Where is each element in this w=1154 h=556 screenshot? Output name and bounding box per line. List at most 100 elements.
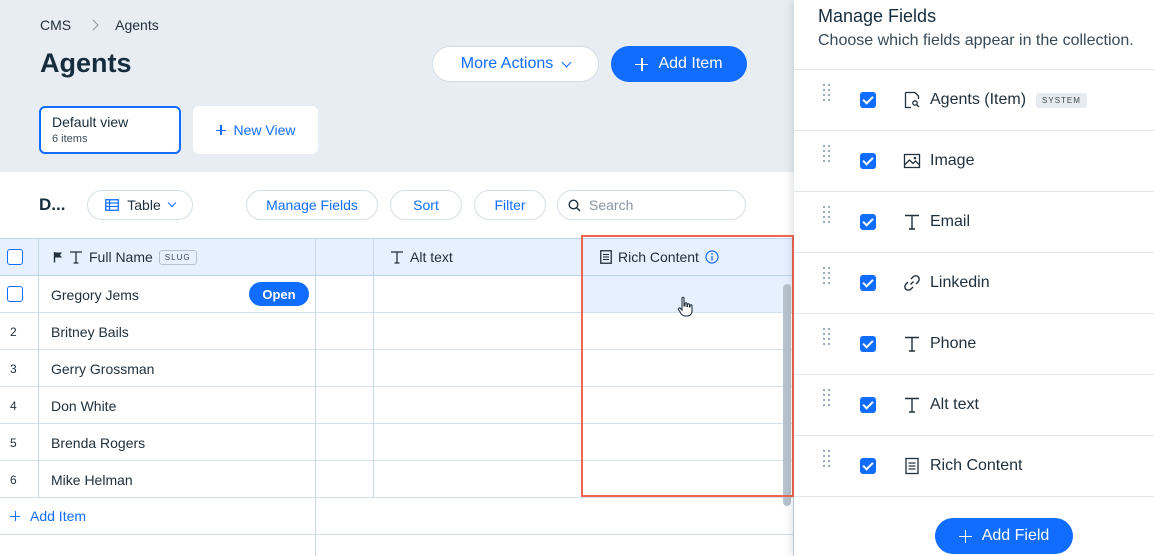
field-label: Alt text <box>930 396 979 413</box>
row-checkbox[interactable] <box>7 286 23 302</box>
field-name: Agents (Item) <box>930 91 1027 108</box>
table-row-name[interactable]: Gregory Jems <box>51 287 139 303</box>
flag-icon <box>53 252 62 263</box>
image-icon <box>903 153 921 169</box>
manage-fields-button[interactable]: Manage Fields <box>246 190 378 220</box>
search-box <box>557 190 746 220</box>
chevron-down-icon <box>167 198 176 208</box>
column-header-full-name[interactable]: Full Name SLUG <box>53 249 197 265</box>
panel-header: Manage Fields Choose which fields appear… <box>794 0 1154 70</box>
chevron-down-icon <box>561 57 572 67</box>
plus-icon <box>215 125 226 135</box>
new-view-button[interactable]: New View <box>193 106 318 154</box>
table-row-name[interactable]: Mike Helman <box>51 472 133 488</box>
field-label: Phone <box>930 335 977 352</box>
table-row-name[interactable]: Brenda Rogers <box>51 435 145 451</box>
add-item-row-button[interactable]: Add Item <box>10 508 86 524</box>
add-item-row-label: Add Item <box>30 508 87 524</box>
breadcrumb-current: Agents <box>115 17 159 33</box>
drag-handle-icon[interactable] <box>823 389 831 411</box>
field-row-image[interactable]: Image <box>794 131 1154 192</box>
drag-handle-icon[interactable] <box>823 328 831 350</box>
slug-badge: SLUG <box>158 249 197 265</box>
field-label: Agents (Item) SYSTEM <box>930 91 1087 109</box>
more-actions-label: More Actions <box>460 55 554 72</box>
row-number: 5 <box>10 436 17 450</box>
hand-cursor-icon <box>677 296 693 317</box>
table-row-name[interactable]: Gerry Grossman <box>51 361 154 377</box>
text-icon <box>905 214 919 230</box>
panel-subtitle: Choose which fields appear in the collec… <box>818 32 1134 49</box>
field-label: Email <box>930 213 971 230</box>
document-icon <box>905 457 919 475</box>
drag-handle-icon[interactable] <box>823 450 831 472</box>
select-all-checkbox[interactable] <box>7 249 23 265</box>
drag-handle-icon[interactable] <box>823 267 831 289</box>
row-number: 4 <box>10 399 17 413</box>
table-row-name[interactable]: Don White <box>51 398 116 414</box>
field-row-email[interactable]: Email <box>794 192 1154 253</box>
table-toolbar: D... Table Manage Fields Sort Filter <box>0 172 794 238</box>
column-header-alt-text[interactable]: Alt text <box>390 249 453 265</box>
open-item-button[interactable]: Open <box>249 282 309 306</box>
field-row-rich-content[interactable]: Rich Content <box>794 436 1154 497</box>
field-checkbox[interactable] <box>860 275 876 291</box>
row-number: 3 <box>10 362 17 376</box>
highlight-annotation <box>581 235 794 497</box>
view-type-label: Table <box>127 197 161 213</box>
grid-line <box>0 497 794 498</box>
field-row-phone[interactable]: Phone <box>794 314 1154 375</box>
drag-handle-icon[interactable] <box>823 145 831 167</box>
default-view-count: 6 items <box>52 133 88 145</box>
field-label: Image <box>930 152 975 169</box>
chevron-right-icon <box>87 19 99 31</box>
plus-icon <box>958 529 972 543</box>
field-checkbox[interactable] <box>860 153 876 169</box>
more-actions-button[interactable]: More Actions <box>432 46 599 82</box>
table-icon <box>105 199 120 211</box>
search-input[interactable] <box>589 197 739 213</box>
plus-icon <box>635 57 649 71</box>
item-icon <box>904 91 920 109</box>
field-row-agents-item[interactable]: Agents (Item) SYSTEM <box>794 70 1154 131</box>
plus-icon <box>10 511 20 521</box>
grid-line <box>373 238 374 498</box>
field-checkbox[interactable] <box>860 214 876 230</box>
drag-handle-icon[interactable] <box>823 206 831 228</box>
add-field-label: Add Field <box>981 527 1050 544</box>
grid-line <box>0 534 794 535</box>
column-label: Full Name <box>89 249 153 265</box>
row-number: 6 <box>10 473 17 487</box>
sort-button[interactable]: Sort <box>390 190 462 220</box>
text-icon <box>70 251 82 264</box>
breadcrumb-cms[interactable]: CMS <box>40 17 71 33</box>
manage-fields-panel: Manage Fields Choose which fields appear… <box>794 0 1154 556</box>
column-label: Alt text <box>410 249 453 265</box>
field-checkbox[interactable] <box>860 397 876 413</box>
field-label: Linkedin <box>930 274 990 291</box>
page-title: Agents <box>40 48 132 78</box>
default-view-tab[interactable]: Default view 6 items <box>39 106 181 154</box>
view-type-dropdown[interactable]: Table <box>87 190 193 220</box>
breadcrumb: CMS Agents <box>40 17 159 33</box>
filter-button[interactable]: Filter <box>474 190 546 220</box>
grid-line <box>38 238 39 498</box>
collection-title: D... <box>39 195 66 214</box>
panel-footer: Add Field <box>794 496 1154 556</box>
add-field-button[interactable]: Add Field <box>935 518 1073 554</box>
text-icon <box>391 251 403 264</box>
grid-line <box>315 238 316 556</box>
field-row-linkedin[interactable]: Linkedin <box>794 253 1154 314</box>
link-icon <box>904 275 920 291</box>
field-checkbox[interactable] <box>860 458 876 474</box>
field-checkbox[interactable] <box>860 336 876 352</box>
system-badge: SYSTEM <box>1036 92 1087 108</box>
field-row-alt-text[interactable]: Alt text <box>794 375 1154 436</box>
panel-title: Manage Fields <box>818 6 937 26</box>
drag-handle-icon[interactable] <box>823 84 831 106</box>
field-checkbox[interactable] <box>860 92 876 108</box>
search-icon <box>568 198 581 211</box>
add-item-button[interactable]: Add Item <box>611 46 747 82</box>
default-view-title: Default view <box>52 114 129 130</box>
table-row-name[interactable]: Britney Bails <box>51 324 129 340</box>
